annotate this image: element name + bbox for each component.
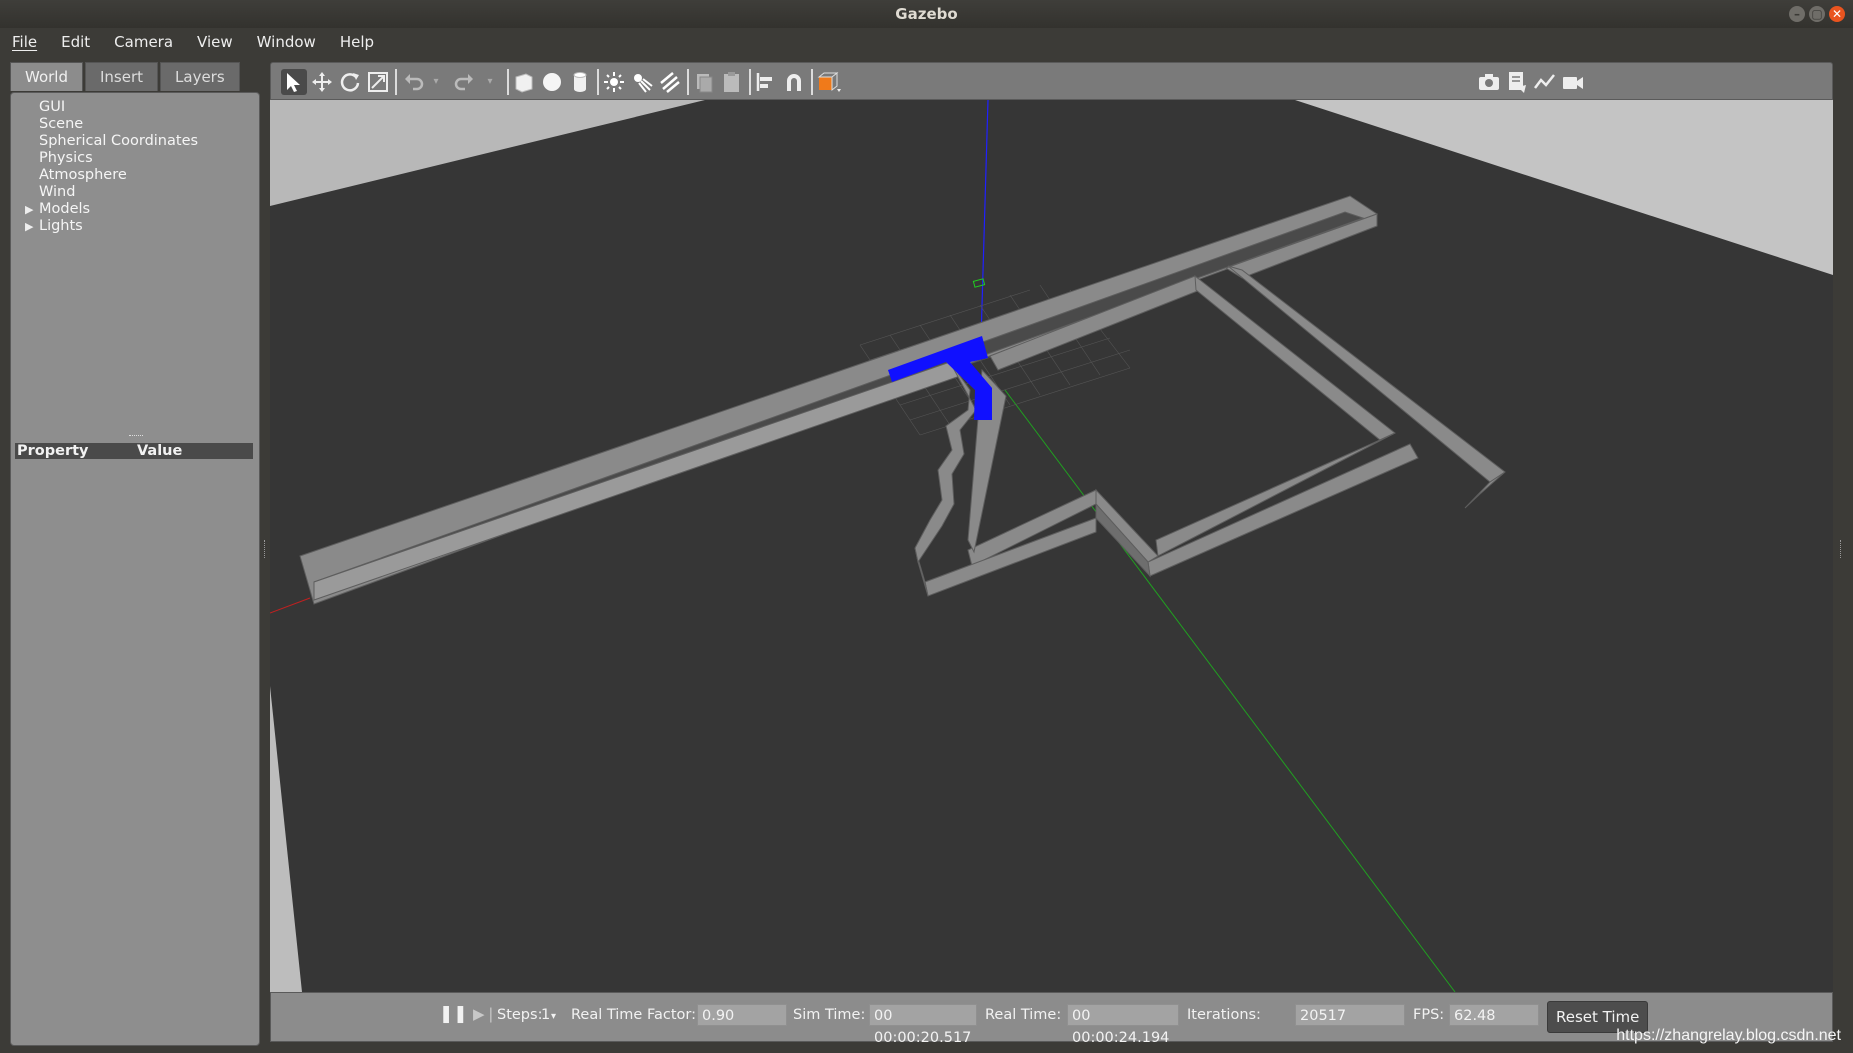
steps-value[interactable]: 1	[541, 1007, 550, 1023]
box-shape-icon[interactable]	[511, 69, 537, 95]
cylinder-shape-icon[interactable]	[567, 69, 593, 95]
paste-icon[interactable]	[719, 69, 745, 95]
window-title: Gazebo	[895, 5, 958, 23]
log-icon[interactable]	[1504, 69, 1530, 95]
left-tabs: World Insert Layers	[10, 62, 242, 92]
pause-button[interactable]: ❚❚	[439, 1004, 468, 1024]
snap-magnet-icon[interactable]	[781, 69, 807, 95]
left-splitter-handle[interactable]	[264, 540, 267, 558]
value-column-header: Value	[137, 443, 183, 459]
fps-value: 62.48	[1449, 1004, 1539, 1026]
tree-item-label: Lights	[39, 218, 83, 234]
scale-icon[interactable]	[365, 69, 391, 95]
toolbar: ▾ ▾	[270, 62, 1833, 100]
tree-item-label: Scene	[39, 116, 84, 132]
sphere-shape-icon[interactable]	[539, 69, 565, 95]
plot-icon[interactable]	[1532, 69, 1558, 95]
toolbar-separator	[597, 69, 599, 95]
world-tree: GUI Scene Spherical Coordinates Physics …	[25, 99, 198, 235]
left-panel: World Insert Layers GUI Scene Spherical …	[10, 62, 260, 1046]
sim-time-label: Sim Time:	[793, 1007, 866, 1023]
copy-icon[interactable]	[691, 69, 717, 95]
tree-item-wind[interactable]: Wind	[39, 184, 198, 201]
menu-window[interactable]: Window	[245, 33, 328, 51]
tree-item-models[interactable]: ▶ Models	[25, 201, 198, 218]
redo-icon[interactable]	[451, 69, 477, 95]
sim-time-value: 00 00:00:20.517	[869, 1004, 977, 1046]
panel-splitter-handle[interactable]	[129, 435, 143, 439]
spot-light-icon[interactable]	[629, 69, 655, 95]
redo-history-icon[interactable]: ▾	[477, 69, 503, 95]
iterations-value: 20517	[1295, 1004, 1405, 1026]
screenshot-icon[interactable]	[1476, 69, 1502, 95]
tree-item-lights[interactable]: ▶ Lights	[25, 218, 198, 235]
real-time-value: 00 00:00:24.194	[1067, 1004, 1179, 1046]
toolbar-separator	[687, 69, 689, 95]
point-light-icon[interactable]	[601, 69, 627, 95]
real-time-label: Real Time:	[985, 1007, 1062, 1023]
toolbar-separator	[395, 69, 397, 95]
record-video-icon[interactable]	[1560, 69, 1586, 95]
real-time-factor-value: 0.90	[697, 1004, 787, 1026]
toolbar-separator	[507, 69, 509, 95]
tree-item-label: Models	[39, 201, 91, 217]
step-button[interactable]: ▶❘	[473, 1005, 497, 1023]
minimize-button[interactable]: –	[1789, 6, 1805, 22]
tree-item-gui[interactable]: GUI	[39, 99, 198, 116]
steps-label: Steps:	[497, 1007, 543, 1023]
property-column-header: Property	[17, 443, 89, 459]
maximize-button[interactable]: ▢	[1809, 6, 1825, 22]
tree-item-spherical-coordinates[interactable]: Spherical Coordinates	[39, 133, 198, 150]
translate-icon[interactable]	[309, 69, 335, 95]
tree-item-scene[interactable]: Scene	[39, 116, 198, 133]
scene-render[interactable]	[270, 100, 1833, 992]
toolbar-separator	[749, 69, 751, 95]
tree-item-label: Atmosphere	[39, 167, 127, 183]
3d-viewport[interactable]	[270, 100, 1833, 992]
tab-layers[interactable]: Layers	[160, 62, 240, 91]
tree-item-label: Wind	[39, 184, 76, 200]
menu-view[interactable]: View	[185, 33, 245, 51]
property-table-header: Property Value	[15, 443, 253, 459]
tree-item-atmosphere[interactable]: Atmosphere	[39, 167, 198, 184]
fps-label: FPS:	[1413, 1007, 1445, 1023]
menu-help[interactable]: Help	[328, 33, 386, 51]
status-bar: ❚❚ ▶❘ Steps: 1 ▾ Real Time Factor: 0.90 …	[270, 992, 1833, 1046]
tree-item-label: GUI	[39, 99, 66, 115]
view-angle-icon[interactable]	[815, 69, 841, 95]
toolbar-separator	[811, 69, 813, 95]
tree-item-label: Physics	[39, 150, 93, 166]
menu-file[interactable]: File	[0, 33, 49, 51]
menu-camera[interactable]: Camera	[102, 33, 185, 51]
tree-item-label: Spherical Coordinates	[39, 133, 199, 149]
select-arrow-icon[interactable]	[281, 69, 307, 95]
window-controls: – ▢ ✕	[1789, 6, 1845, 22]
undo-history-icon[interactable]: ▾	[423, 69, 449, 95]
iterations-label: Iterations:	[1187, 1007, 1261, 1023]
steps-dropdown-icon[interactable]: ▾	[551, 1011, 556, 1022]
right-splitter-handle[interactable]	[1840, 540, 1843, 558]
world-tree-panel: GUI Scene Spherical Coordinates Physics …	[10, 92, 260, 1046]
menu-edit[interactable]: Edit	[49, 33, 102, 51]
close-button[interactable]: ✕	[1829, 6, 1845, 22]
main-panel: ▾ ▾ ❚❚ ▶❘ Steps: 1 ▾ Real Time Factor: 0…	[270, 62, 1833, 1046]
directional-light-icon[interactable]	[657, 69, 683, 95]
expand-arrow-icon[interactable]: ▶	[25, 218, 33, 235]
rotate-icon[interactable]	[337, 69, 363, 95]
tab-insert[interactable]: Insert	[85, 62, 159, 91]
tab-world[interactable]: World	[10, 62, 83, 91]
expand-arrow-icon[interactable]: ▶	[25, 201, 33, 218]
real-time-factor-label: Real Time Factor:	[571, 1007, 696, 1023]
window-titlebar: Gazebo – ▢ ✕	[0, 0, 1853, 28]
menubar: File Edit Camera View Window Help	[0, 28, 1853, 56]
tree-item-physics[interactable]: Physics	[39, 150, 198, 167]
watermark-text: https://zhangrelay.blog.csdn.net	[1616, 1027, 1841, 1044]
align-icon[interactable]	[753, 69, 779, 95]
